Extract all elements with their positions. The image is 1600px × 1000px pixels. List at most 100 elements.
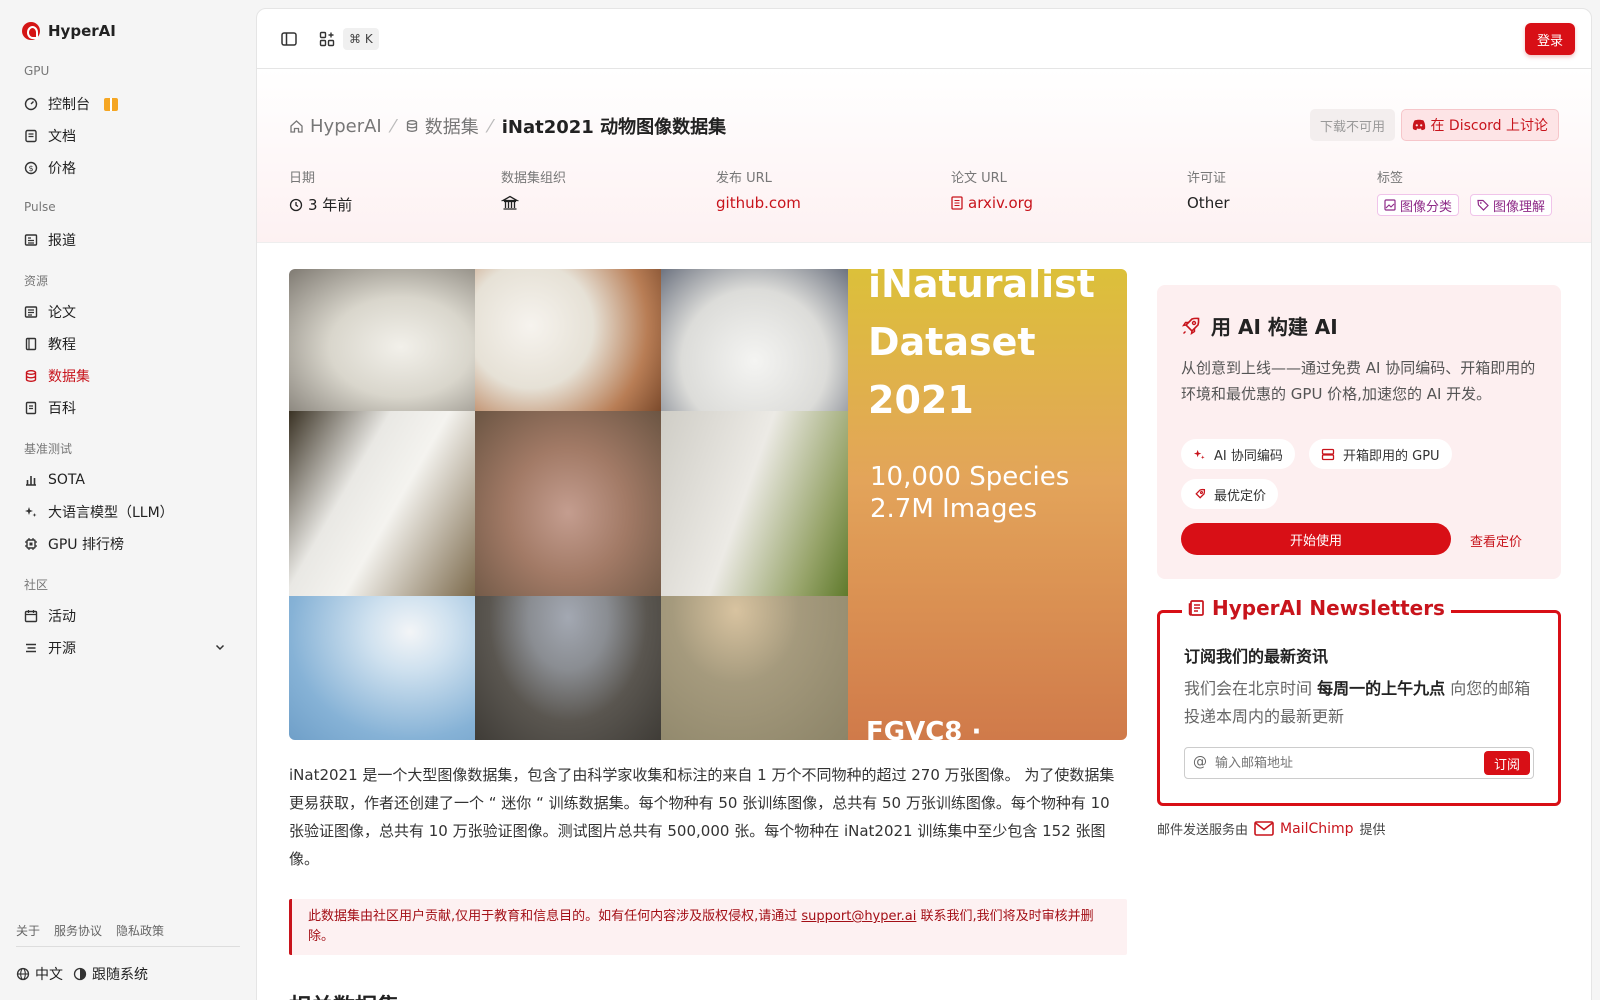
breadcrumb: HyperAI ⁄ 数据集 ⁄ iNat2021 动物图像数据集 xyxy=(289,113,726,139)
sidebar-item-llm[interactable]: 大语言模型（LLM） xyxy=(16,498,240,526)
image-tile-frost xyxy=(289,411,475,596)
terms-link[interactable]: 服务协议 xyxy=(54,922,102,939)
subscribe-button[interactable]: 订阅 xyxy=(1484,751,1530,775)
mailchimp-link[interactable]: MailChimp xyxy=(1254,821,1354,837)
image-tile-animal xyxy=(475,411,661,596)
image-tile-flower xyxy=(475,269,661,411)
home-icon xyxy=(290,119,303,133)
copyright-notice: 此数据集由社区用户贡献,仅用于教育和信息目的。如有任何内容涉及版权侵权,请通过 … xyxy=(289,899,1127,955)
gauge-icon xyxy=(24,97,38,111)
institution-icon xyxy=(501,195,519,210)
sidebar-item-sota[interactable]: SOTA xyxy=(16,466,240,494)
sidebar-item-datasets[interactable]: 数据集 xyxy=(16,362,240,390)
sidebar-item-wiki[interactable]: 百科 xyxy=(16,394,240,422)
book-icon xyxy=(24,337,38,351)
image-tile-gull xyxy=(475,596,661,740)
meta-release-url: 发布 URL github.com xyxy=(716,171,801,212)
promo-title: 用 AI 构建 AI xyxy=(1211,315,1338,339)
image-icon xyxy=(1384,199,1396,211)
sidebar-footer-links: 关于 服务协议 隐私政策 xyxy=(16,922,164,939)
sidebar-item-tutorials[interactable]: 教程 xyxy=(16,330,240,358)
nav-section-gpu: GPU xyxy=(24,64,50,78)
breadcrumb-separator: ⁄ xyxy=(488,115,492,137)
nav-section-resources: 资源 xyxy=(24,274,49,288)
image-tile-sky xyxy=(289,596,475,740)
svg-text:$: $ xyxy=(28,164,33,173)
get-started-button[interactable]: 开始使用 xyxy=(1181,523,1451,555)
sidebar-item-gpu-leaderboard[interactable]: GPU 排行榜 xyxy=(16,530,240,558)
breadcrumb-home[interactable]: HyperAI xyxy=(289,116,382,137)
sparkles-icon xyxy=(1193,449,1205,459)
breadcrumb-separator: ⁄ xyxy=(391,115,395,137)
dataset-description: iNat2021 是一个大型图像数据集，包含了由科学家收集和标注的来自 1 万个… xyxy=(289,766,1115,868)
newsletter-box: HyperAI Newsletters 订阅我们的最新资讯 我们会在北京时间 每… xyxy=(1157,596,1561,806)
sidebar-item-open-source[interactable]: 开源 xyxy=(16,634,240,662)
database-icon xyxy=(406,120,417,132)
image-tile-owl xyxy=(289,269,475,411)
list-icon xyxy=(24,641,38,655)
tag-image-classification[interactable]: 图像分类 xyxy=(1377,194,1460,216)
download-button[interactable]: 下载不可用 xyxy=(1309,109,1395,141)
promo-description: 从创意到上线——通过免费 AI 协同编码、开箱即用的环境和最优惠的 GPU 价格… xyxy=(1181,359,1536,403)
meta-license: 许可证 Other xyxy=(1187,171,1230,212)
email-input[interactable] xyxy=(1215,752,1475,774)
theme-switcher[interactable]: 跟随系统 xyxy=(73,964,148,984)
newsletter-text: 我们会在北京时间 每周一的上午九点 向您的邮箱投递本周内的最新更新 xyxy=(1184,679,1531,726)
privacy-link[interactable]: 隐私政策 xyxy=(116,922,164,939)
release-url-link[interactable]: github.com xyxy=(716,194,801,212)
meta-organization: 数据集组织 xyxy=(501,167,566,212)
sidebar-divider xyxy=(16,946,240,947)
chevron-down-icon[interactable] xyxy=(214,641,226,656)
sidebar-toggle-button[interactable] xyxy=(277,27,301,51)
globe-icon xyxy=(16,967,30,981)
chip-icon xyxy=(24,537,38,551)
sidebar-item-events[interactable]: 活动 xyxy=(16,602,240,630)
paper-icon xyxy=(24,305,38,319)
clock-icon xyxy=(289,198,303,211)
document-icon xyxy=(24,129,38,143)
newsletter-title: HyperAI Newsletters xyxy=(1212,596,1445,620)
sidebar: HyperAI GPU 控制台 文档 $ 价格 Pulse 报道 资源 论文 教… xyxy=(0,0,256,1000)
command-shortcut[interactable]: ⌘ K xyxy=(343,28,379,50)
sidebar-item-docs[interactable]: 文档 xyxy=(16,122,240,150)
sidebar-item-news[interactable]: 报道 xyxy=(16,226,240,254)
theme-icon xyxy=(73,967,87,981)
sidebar-item-pricing[interactable]: $ 价格 xyxy=(16,154,240,182)
at-sign-icon: @ xyxy=(1193,754,1207,770)
sidebar-item-console[interactable]: 控制台 xyxy=(16,90,240,118)
newspaper-icon xyxy=(24,233,38,247)
discord-button[interactable]: 在 Discord 上讨论 xyxy=(1401,109,1559,141)
sidebar-toggle-icon xyxy=(281,32,297,46)
feature-chip-ai-coding: AI 协同编码 xyxy=(1181,439,1295,469)
calendar-icon xyxy=(24,609,38,623)
main-panel: ⌘ K 登录 HyperAI ⁄ 数据集 ⁄ iNat2021 动物图像数据集 … xyxy=(256,8,1592,1000)
nav-section-benchmarks: 基准测试 xyxy=(24,442,73,456)
topbar: ⌘ K 登录 xyxy=(257,9,1591,69)
nav-section-community: 社区 xyxy=(24,578,49,592)
sidebar-footer-settings: 中文 跟随系统 xyxy=(16,964,148,984)
email-subscribe-form: @ 订阅 xyxy=(1184,747,1534,779)
view-pricing-link[interactable]: 查看定价 xyxy=(1470,531,1522,550)
support-email-link[interactable]: support@hyper.ai xyxy=(801,909,916,924)
dataset-cover-text-panel: iNaturalist Dataset 2021 10,000 Species … xyxy=(848,269,1127,740)
dataset-cover-image: iNaturalist Dataset 2021 10,000 Species … xyxy=(289,269,1127,740)
sidebar-item-papers[interactable]: 论文 xyxy=(16,298,240,326)
rocket-icon xyxy=(1195,488,1206,499)
about-link[interactable]: 关于 xyxy=(16,922,40,939)
server-icon xyxy=(1321,448,1335,460)
paper-url-link[interactable]: arxiv.org xyxy=(951,194,1033,212)
discord-icon xyxy=(1413,119,1426,131)
encyclopedia-icon xyxy=(24,401,38,415)
bar-chart-icon xyxy=(24,473,38,487)
breadcrumb-datasets[interactable]: 数据集 xyxy=(405,113,479,139)
mail-icon xyxy=(1254,821,1274,836)
login-button[interactable]: 登录 xyxy=(1525,23,1575,55)
language-switcher[interactable]: 中文 xyxy=(16,964,63,984)
feature-chip-gpu: 开箱即用的 GPU xyxy=(1309,439,1452,469)
tag-icon xyxy=(1477,199,1489,211)
brand[interactable]: HyperAI xyxy=(22,22,116,40)
image-tile-fungus xyxy=(661,596,848,740)
apps-button[interactable] xyxy=(315,27,339,51)
tag-image-understanding[interactable]: 图像理解 xyxy=(1470,194,1553,216)
meta-paper-url: 论文 URL arxiv.org xyxy=(951,171,1034,212)
